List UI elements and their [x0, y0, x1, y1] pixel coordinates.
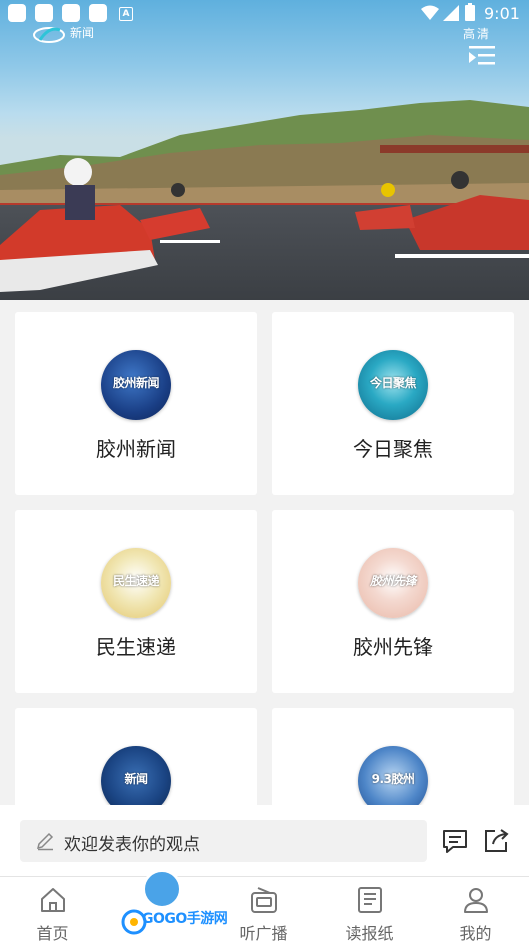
clock: 9:01	[484, 4, 520, 23]
radio-icon	[251, 887, 277, 913]
thumbnail-text: 胶州新闻	[112, 376, 160, 390]
program-thumbnail: 民生速递	[101, 548, 171, 618]
thumbnail-text: 民生速递	[112, 574, 160, 588]
newspaper-icon	[358, 887, 382, 913]
program-grid: 胶州新闻 胶州新闻 今日聚焦 今日聚焦 民生速递 民生速递 胶州先锋 胶州先锋 …	[0, 300, 529, 805]
share-icon[interactable]	[482, 827, 510, 855]
home-icon	[41, 888, 65, 912]
program-title: 今日聚焦	[353, 437, 433, 461]
program-card[interactable]: 民生速递 民生速递	[15, 510, 257, 693]
nav-newspaper[interactable]: 读报纸	[317, 877, 422, 946]
playlist-icon[interactable]	[467, 44, 497, 68]
program-card[interactable]: 胶州先锋 胶州先锋	[272, 510, 514, 693]
program-thumbnail: 今日聚焦	[358, 350, 428, 420]
program-title: 民生速递	[96, 635, 176, 659]
nav-newspaper-label: 读报纸	[345, 924, 394, 943]
signal-icon	[443, 5, 459, 21]
nav-home-label: 首页	[36, 924, 69, 943]
video-player[interactable]: A 9:01 新闻 高清	[0, 0, 529, 300]
program-thumbnail: 胶州新闻	[101, 350, 171, 420]
thumbnail-text: 胶州先锋	[369, 574, 417, 588]
program-card[interactable]: 9.3胶州	[272, 708, 514, 805]
comment-input[interactable]: 欢迎发表你的观点	[20, 820, 427, 862]
comments-icon[interactable]	[441, 827, 469, 855]
notification-icon	[62, 4, 80, 22]
thumbnail-text: 9.3胶州	[371, 772, 415, 786]
nav-profile-label: 我的	[459, 924, 492, 943]
status-badge: A	[119, 7, 133, 21]
tv-icon	[142, 869, 182, 909]
program-title: 胶州先锋	[353, 635, 433, 659]
program-card[interactable]: 今日聚焦 今日聚焦	[272, 312, 514, 495]
comment-placeholder: 欢迎发表你的观点	[64, 835, 200, 855]
program-thumbnail: 9.3胶州	[358, 746, 428, 805]
wifi-icon	[421, 5, 439, 20]
notification-icon	[89, 4, 107, 22]
notification-icon	[8, 4, 26, 22]
pencil-icon	[36, 832, 54, 851]
nav-profile[interactable]: 我的	[423, 877, 528, 946]
quality-toggle[interactable]: 高清	[463, 25, 491, 42]
program-card[interactable]: 新闻	[15, 708, 257, 805]
comment-bar: 欢迎发表你的观点	[0, 805, 529, 876]
notification-icon	[35, 4, 53, 22]
channel-logo-label: 新闻	[70, 26, 95, 40]
program-card[interactable]: 胶州新闻 胶州新闻	[15, 312, 257, 495]
watermark-text: GOGO手游网	[142, 911, 228, 927]
thumbnail-text: 今日聚焦	[369, 376, 417, 390]
program-thumbnail: 新闻	[101, 746, 171, 805]
bottom-nav: 首页 听广播 读报纸 我的	[0, 869, 529, 946]
nav-home[interactable]: 首页	[0, 877, 105, 946]
video-frame-karts	[0, 158, 529, 292]
user-icon	[464, 888, 488, 913]
program-title: 胶州新闻	[96, 437, 176, 461]
thumbnail-text: 新闻	[124, 772, 148, 786]
channel-logo-icon	[33, 27, 65, 43]
battery-icon	[465, 3, 475, 21]
program-thumbnail: 胶州先锋	[358, 548, 428, 618]
